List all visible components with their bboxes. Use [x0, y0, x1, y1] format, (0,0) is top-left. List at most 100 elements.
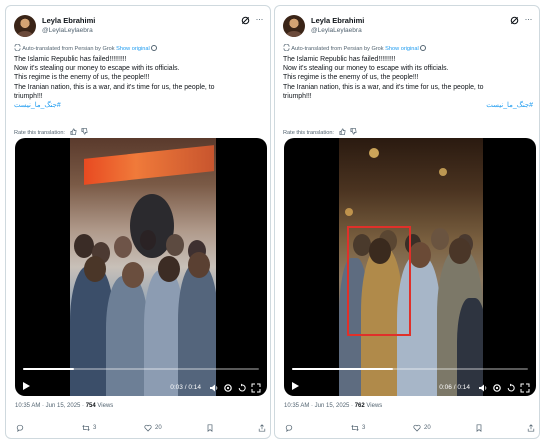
- video-progress-bar[interactable]: [23, 368, 259, 370]
- tweet-text-line: The Iranian nation, this is a war, and i…: [14, 83, 215, 91]
- fullscreen-icon[interactable]: [520, 383, 530, 393]
- tweet-actions: 3 20: [285, 424, 535, 434]
- thumbs-up-icon[interactable]: [70, 128, 77, 135]
- author-name[interactable]: Leyla Ebrahimi: [311, 16, 364, 25]
- grok-icon[interactable]: [510, 16, 519, 25]
- like-icon: [144, 424, 152, 432]
- settings-icon[interactable]: [223, 383, 233, 393]
- rate-translation-label: Rate this translation:: [14, 130, 65, 136]
- show-original-link[interactable]: Show original: [116, 46, 150, 52]
- settings-icon[interactable]: [492, 383, 502, 393]
- author-handle[interactable]: @LeylaLeylaebra: [311, 27, 362, 34]
- reply-icon: [16, 424, 24, 432]
- tweet-card[interactable]: Leyla Ebrahimi @LeylaLeylaebra ··· Auto-…: [274, 5, 540, 439]
- thumbs-down-icon[interactable]: [350, 128, 357, 135]
- info-icon[interactable]: [420, 45, 427, 51]
- retweet-count: 3: [93, 425, 97, 431]
- video-controls: 0:06 / 0:14: [284, 366, 536, 396]
- share-icon: [527, 424, 535, 432]
- translation-notice-text: Auto-translated from Persian by Grok: [291, 46, 384, 52]
- video-frame[interactable]: [70, 138, 216, 396]
- video-player[interactable]: 0:03 / 0:14: [15, 138, 267, 396]
- info-icon[interactable]: [151, 45, 158, 51]
- more-icon[interactable]: ···: [256, 14, 264, 24]
- rate-translation: Rate this translation:: [283, 128, 357, 136]
- timestamp-text[interactable]: 10:35 AM · Jun 15, 2025 ·: [15, 403, 84, 409]
- tweet-timestamp: 10:35 AM · Jun 15, 2025 · 754 Views: [15, 403, 113, 409]
- like-button[interactable]: 20: [144, 424, 162, 432]
- retweet-icon: [82, 425, 90, 431]
- video-time: 0:06 / 0:14: [439, 384, 470, 391]
- hashtag-link[interactable]: #جنگ_ما_نیست: [14, 101, 264, 110]
- tweet-text-line: The Islamic Republic has failed!!!!!!!!!: [14, 56, 127, 63]
- tweet-header: Leyla Ebrahimi @LeylaLeylaebra ···: [283, 14, 533, 41]
- video-scene: [70, 138, 216, 396]
- retweet-button[interactable]: 3: [82, 424, 96, 432]
- tweet-text: The Islamic Republic has failed!!!!!!!!!…: [14, 55, 264, 110]
- avatar[interactable]: [283, 15, 305, 37]
- tweet-text-line: triumph!!!: [283, 92, 312, 100]
- replay-icon[interactable]: [237, 383, 247, 393]
- show-original-link[interactable]: Show original: [385, 46, 419, 52]
- translation-notice: Auto-translated from Persian by Grok Sho…: [283, 44, 533, 53]
- grok-icon[interactable]: [241, 16, 250, 25]
- video-time: 0:03 / 0:14: [170, 384, 201, 391]
- more-icon[interactable]: ···: [525, 14, 533, 24]
- reply-icon: [285, 424, 293, 432]
- views-count: 754: [85, 403, 96, 409]
- volume-icon[interactable]: [478, 383, 488, 393]
- rate-translation-label: Rate this translation:: [283, 130, 334, 136]
- bookmark-button[interactable]: [475, 424, 483, 432]
- tweet-header: Leyla Ebrahimi @LeylaLeylaebra ···: [14, 14, 264, 41]
- like-icon: [413, 424, 421, 432]
- tweet-text-line: The Islamic Republic has failed!!!!!!!!!: [283, 56, 396, 63]
- like-count: 20: [424, 425, 431, 431]
- tweet-text-line: This regime is the enemy of us, the peop…: [283, 74, 419, 82]
- replay-icon[interactable]: [506, 383, 516, 393]
- play-icon[interactable]: [23, 382, 30, 390]
- tweet-actions: 3 20: [16, 424, 266, 434]
- reply-button[interactable]: [16, 424, 24, 432]
- avatar[interactable]: [14, 15, 36, 37]
- video-player[interactable]: 0:06 / 0:14: [284, 138, 536, 396]
- video-frame[interactable]: [339, 138, 483, 396]
- like-count: 20: [155, 425, 162, 431]
- timestamp-text[interactable]: 10:35 AM · Jun 15, 2025 ·: [284, 403, 353, 409]
- play-icon[interactable]: [292, 382, 299, 390]
- volume-icon[interactable]: [209, 383, 219, 393]
- thumbs-down-icon[interactable]: [81, 128, 88, 135]
- author-handle[interactable]: @LeylaLeylaebra: [42, 27, 93, 34]
- fullscreen-icon[interactable]: [251, 383, 261, 393]
- retweet-button[interactable]: 3: [351, 424, 365, 432]
- tweet-text: The Islamic Republic has failed!!!!!!!!!…: [283, 55, 533, 110]
- like-button[interactable]: 20: [413, 424, 431, 432]
- thumbs-up-icon[interactable]: [339, 128, 346, 135]
- storefront-sign: [84, 145, 214, 185]
- hashtag-link[interactable]: #جنگ_ما_نیست: [283, 101, 533, 110]
- retweet-icon: [351, 425, 359, 431]
- share-icon: [258, 424, 266, 432]
- tweet-text-line: The Iranian nation, this is a war, and i…: [283, 83, 484, 91]
- tweet-text-line: triumph!!!: [14, 92, 43, 100]
- views-label: Views: [97, 403, 114, 409]
- author-name[interactable]: Leyla Ebrahimi: [42, 16, 95, 25]
- tweet-text-line: Now it's stealing our money to escape wi…: [14, 65, 180, 73]
- reply-button[interactable]: [285, 424, 293, 432]
- bookmark-button[interactable]: [206, 424, 214, 432]
- tweet-card[interactable]: Leyla Ebrahimi @LeylaLeylaebra ··· Auto-…: [5, 5, 271, 439]
- tweet-text-line: This regime is the enemy of us, the peop…: [14, 74, 150, 82]
- share-button[interactable]: [527, 424, 535, 432]
- video-control-icons: [209, 383, 261, 393]
- tweet-timestamp: 10:35 AM · Jun 15, 2025 · 762 Views: [284, 403, 382, 409]
- video-control-icons: [478, 383, 530, 393]
- retweet-count: 3: [362, 425, 366, 431]
- video-progress-fill: [23, 368, 74, 370]
- video-progress-fill: [292, 368, 394, 370]
- video-controls: 0:03 / 0:14: [15, 366, 267, 396]
- bookmark-icon: [207, 424, 213, 432]
- rate-translation: Rate this translation:: [14, 128, 88, 136]
- share-button[interactable]: [258, 424, 266, 432]
- video-progress-bar[interactable]: [292, 368, 528, 370]
- translate-icon: [14, 44, 21, 51]
- views-count: 762: [354, 403, 365, 409]
